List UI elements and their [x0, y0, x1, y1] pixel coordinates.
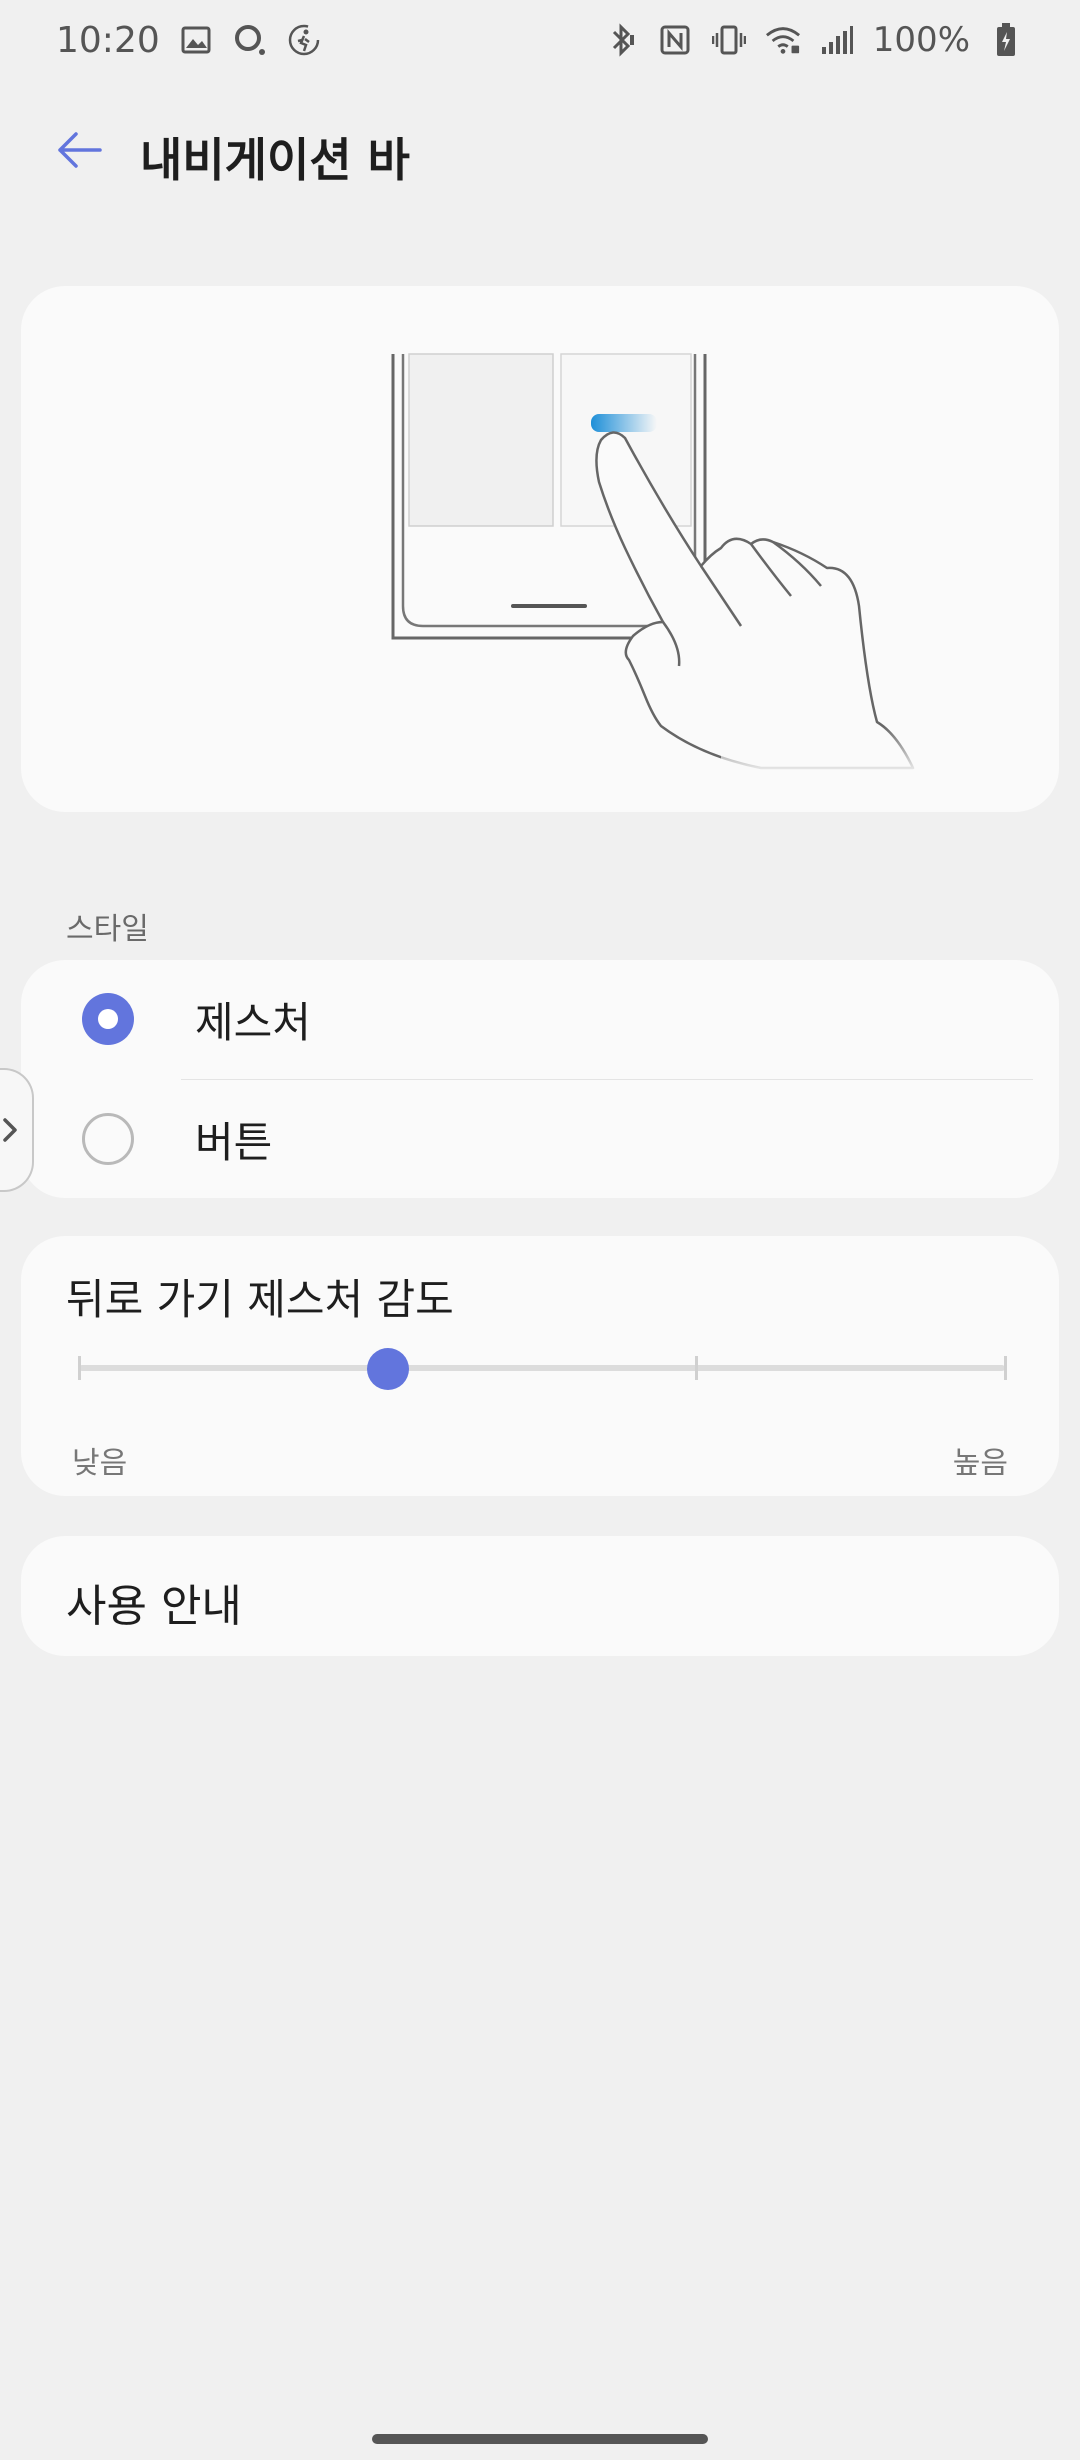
slider-thumb[interactable]: [366, 1348, 409, 1390]
battery-icon: [988, 22, 1024, 58]
nfc-icon: [657, 22, 693, 58]
back-arrow-icon: [58, 132, 102, 168]
battery-percentage: 100%: [872, 20, 970, 60]
slider-track[interactable]: [79, 1365, 1005, 1371]
signal-icon: [819, 22, 855, 58]
style-option-label: 버튼: [195, 1117, 273, 1167]
style-option-label: 제스처: [195, 997, 311, 1047]
app-bar: 내비게이션 바: [0, 100, 1080, 200]
status-time: 10:20: [56, 19, 160, 61]
style-option-gesture[interactable]: 제스처: [21, 960, 1059, 1078]
wifi-icon: [765, 22, 801, 58]
page-title: 내비게이션 바: [140, 133, 410, 187]
usage-guide-label: 사용 안내: [66, 1581, 242, 1632]
navigation-bar-settings-screen: 10:20 100% 내비게이션 바 스타일 제스처 버튼 뒤로 가기 제스처 …: [0, 0, 1080, 2460]
vibrate-icon: [711, 22, 747, 58]
home-indicator[interactable]: [372, 2434, 708, 2444]
style-option-buttons[interactable]: 버튼: [21, 1080, 1059, 1198]
radio-gesture[interactable]: [82, 993, 134, 1045]
image-icon: [178, 22, 214, 58]
slider-max-label: 높음: [952, 1446, 1008, 1481]
status-right: 100%: [603, 20, 1024, 60]
slider-min-label: 낮음: [72, 1446, 128, 1481]
slider-tick: [695, 1356, 699, 1380]
sensitivity-title: 뒤로 가기 제스처 감도: [66, 1275, 454, 1324]
edge-panel-handle[interactable]: [0, 1068, 34, 1192]
radio-buttons[interactable]: [82, 1113, 134, 1165]
back-gesture-sensitivity-card: 뒤로 가기 제스처 감도 낮음 높음: [21, 1236, 1059, 1496]
usage-guide-item[interactable]: 사용 안내: [21, 1536, 1059, 1656]
search-icon: [232, 22, 268, 58]
activity-icon: [286, 22, 322, 58]
slider-tick: [1004, 1356, 1007, 1380]
gesture-illustration: [391, 353, 941, 776]
chevron-right-icon: [3, 1118, 17, 1142]
back-button[interactable]: [52, 122, 108, 178]
style-section-label: 스타일: [66, 912, 149, 947]
sensitivity-slider[interactable]: [78, 1348, 1007, 1390]
slider-tick: [78, 1356, 81, 1380]
style-options-card: 제스처 버튼: [21, 960, 1059, 1198]
gesture-illustration-card: [21, 286, 1059, 812]
status-bar: 10:20 100%: [0, 0, 1080, 80]
status-left: 10:20: [56, 20, 322, 61]
bluetooth-icon: [603, 22, 639, 58]
